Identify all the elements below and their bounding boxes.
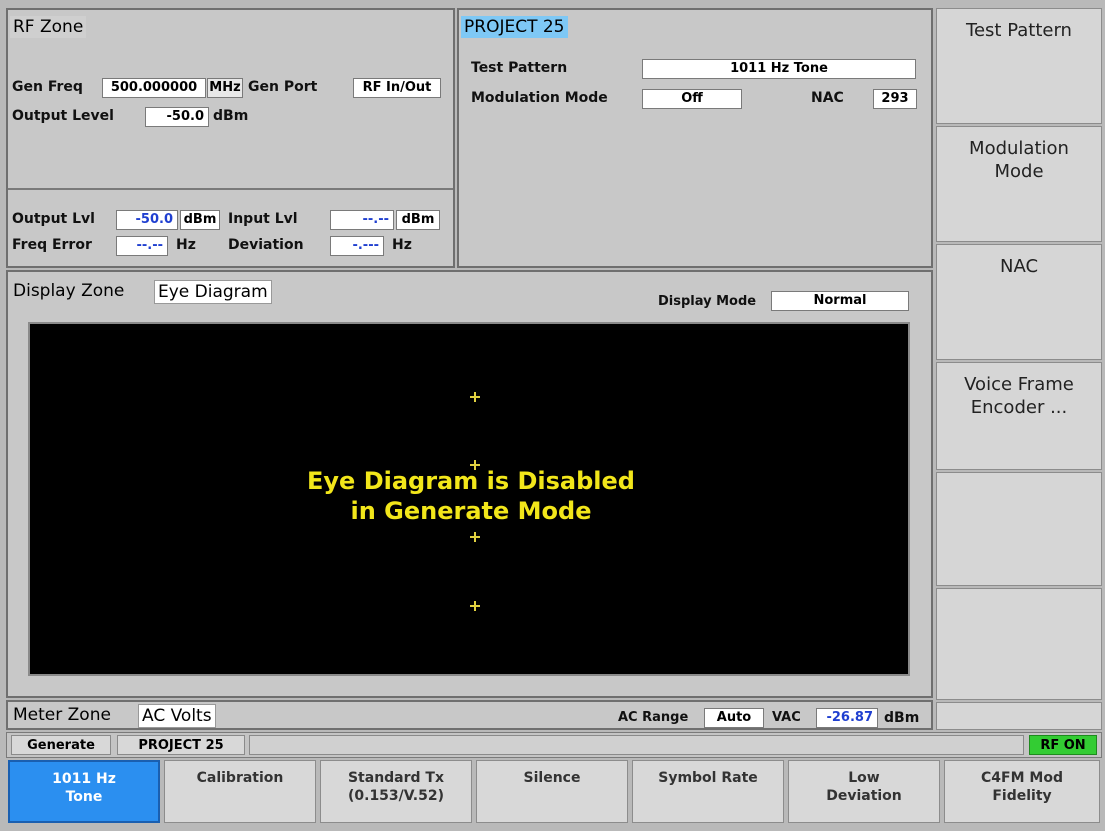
meter-zone-bar: Meter Zone AC Volts AC Range Auto VAC -2… xyxy=(6,700,933,730)
nac-label: NAC xyxy=(811,90,844,106)
gen-freq-unit-box[interactable]: MHz xyxy=(207,78,243,98)
ac-range-label: AC Range xyxy=(618,710,689,725)
calibration-button[interactable]: Calibration xyxy=(164,760,316,823)
input-lvl-unit-box: dBm xyxy=(396,210,440,230)
meter-zone-title: Meter Zone xyxy=(13,705,111,725)
gen-freq-label: Gen Freq xyxy=(12,79,83,95)
silence-button[interactable]: Silence xyxy=(476,760,628,823)
eye-diagram-message: Eye Diagram is Disabled in Generate Mode xyxy=(30,466,912,526)
deviation-readout: -.--- xyxy=(330,236,384,256)
softkey-nac[interactable]: NAC xyxy=(936,244,1102,360)
output-lvl-unit-box: dBm xyxy=(180,210,220,230)
eye-message-line2: in Generate Mode xyxy=(350,497,592,525)
display-mode-field[interactable]: Normal xyxy=(771,291,909,311)
softkey-voice-frame-encoder[interactable]: Voice Frame Encoder ... xyxy=(936,362,1102,470)
standard-tx-button[interactable]: Standard Tx (0.153/V.52) xyxy=(320,760,472,823)
eye-marker-1 xyxy=(470,392,480,402)
eye-diagram-screen: Eye Diagram is Disabled in Generate Mode xyxy=(28,322,910,676)
input-lvl-label: Input Lvl xyxy=(228,211,298,227)
softkey-empty-5[interactable] xyxy=(936,472,1102,586)
status-bar: Generate PROJECT 25 RF ON xyxy=(6,732,1102,758)
modulation-mode-field[interactable]: Off xyxy=(642,89,742,109)
output-level-unit: dBm xyxy=(213,108,249,124)
display-mode-label: Display Mode xyxy=(658,294,757,309)
project-zone-title: PROJECT 25 xyxy=(461,16,568,38)
status-message-area xyxy=(249,735,1024,755)
softkey-empty-6[interactable] xyxy=(936,588,1102,700)
display-zone-selected[interactable]: Eye Diagram xyxy=(154,280,272,304)
freq-error-label: Freq Error xyxy=(12,237,92,253)
symbol-rate-button[interactable]: Symbol Rate xyxy=(632,760,784,823)
project-zone-panel: PROJECT 25 Test Pattern 1011 Hz Tone Mod… xyxy=(457,8,933,268)
status-mode: Generate xyxy=(11,735,111,755)
meter-zone-selected[interactable]: AC Volts xyxy=(138,704,216,728)
low-deviation-button[interactable]: Low Deviation xyxy=(788,760,940,823)
softkey-test-pattern[interactable]: Test Pattern xyxy=(936,8,1102,124)
nac-field[interactable]: 293 xyxy=(873,89,917,109)
deviation-label: Deviation xyxy=(228,237,304,253)
output-lvl-label: Output Lvl xyxy=(12,211,95,227)
freq-error-readout: --.-- xyxy=(116,236,168,256)
output-level-label: Output Level xyxy=(12,108,114,124)
eye-marker-4 xyxy=(470,601,480,611)
gen-port-field[interactable]: RF In/Out xyxy=(353,78,441,98)
gen-port-label: Gen Port xyxy=(248,79,318,95)
output-lvl-readout: -50.0 xyxy=(116,210,178,230)
gen-freq-field[interactable]: 500.000000 xyxy=(102,78,206,98)
modulation-mode-label: Modulation Mode xyxy=(471,90,608,106)
output-level-field[interactable]: -50.0 xyxy=(145,107,209,127)
rf-zone-divider xyxy=(8,188,453,190)
deviation-unit: Hz xyxy=(392,237,412,253)
rf-zone-panel: RF Zone Gen Freq 500.000000 MHz Gen Port… xyxy=(6,8,455,268)
softkey-spacer xyxy=(936,702,1102,730)
eye-marker-3 xyxy=(470,532,480,542)
display-zone-panel: Display Zone Eye Diagram Display Mode No… xyxy=(6,270,933,698)
ac-range-field[interactable]: Auto xyxy=(704,708,764,728)
vac-readout: -26.87 xyxy=(816,708,878,728)
softkey-modulation-mode[interactable]: Modulation Mode xyxy=(936,126,1102,242)
c4fm-mod-fidelity-button[interactable]: C4FM Mod Fidelity xyxy=(944,760,1100,823)
vac-label: VAC xyxy=(772,710,801,725)
freq-error-unit: Hz xyxy=(176,237,196,253)
rf-zone-title: RF Zone xyxy=(10,16,87,38)
eye-message-line1: Eye Diagram is Disabled xyxy=(307,467,635,495)
test-pattern-field[interactable]: 1011 Hz Tone xyxy=(642,59,916,79)
vac-unit: dBm xyxy=(884,710,920,726)
tone-1011hz-button[interactable]: 1011 Hz Tone xyxy=(8,760,160,823)
input-lvl-readout: --.-- xyxy=(330,210,394,230)
display-zone-title: Display Zone xyxy=(13,281,125,301)
status-system: PROJECT 25 xyxy=(117,735,245,755)
rf-on-indicator: RF ON xyxy=(1029,735,1097,755)
test-pattern-label: Test Pattern xyxy=(471,60,568,76)
